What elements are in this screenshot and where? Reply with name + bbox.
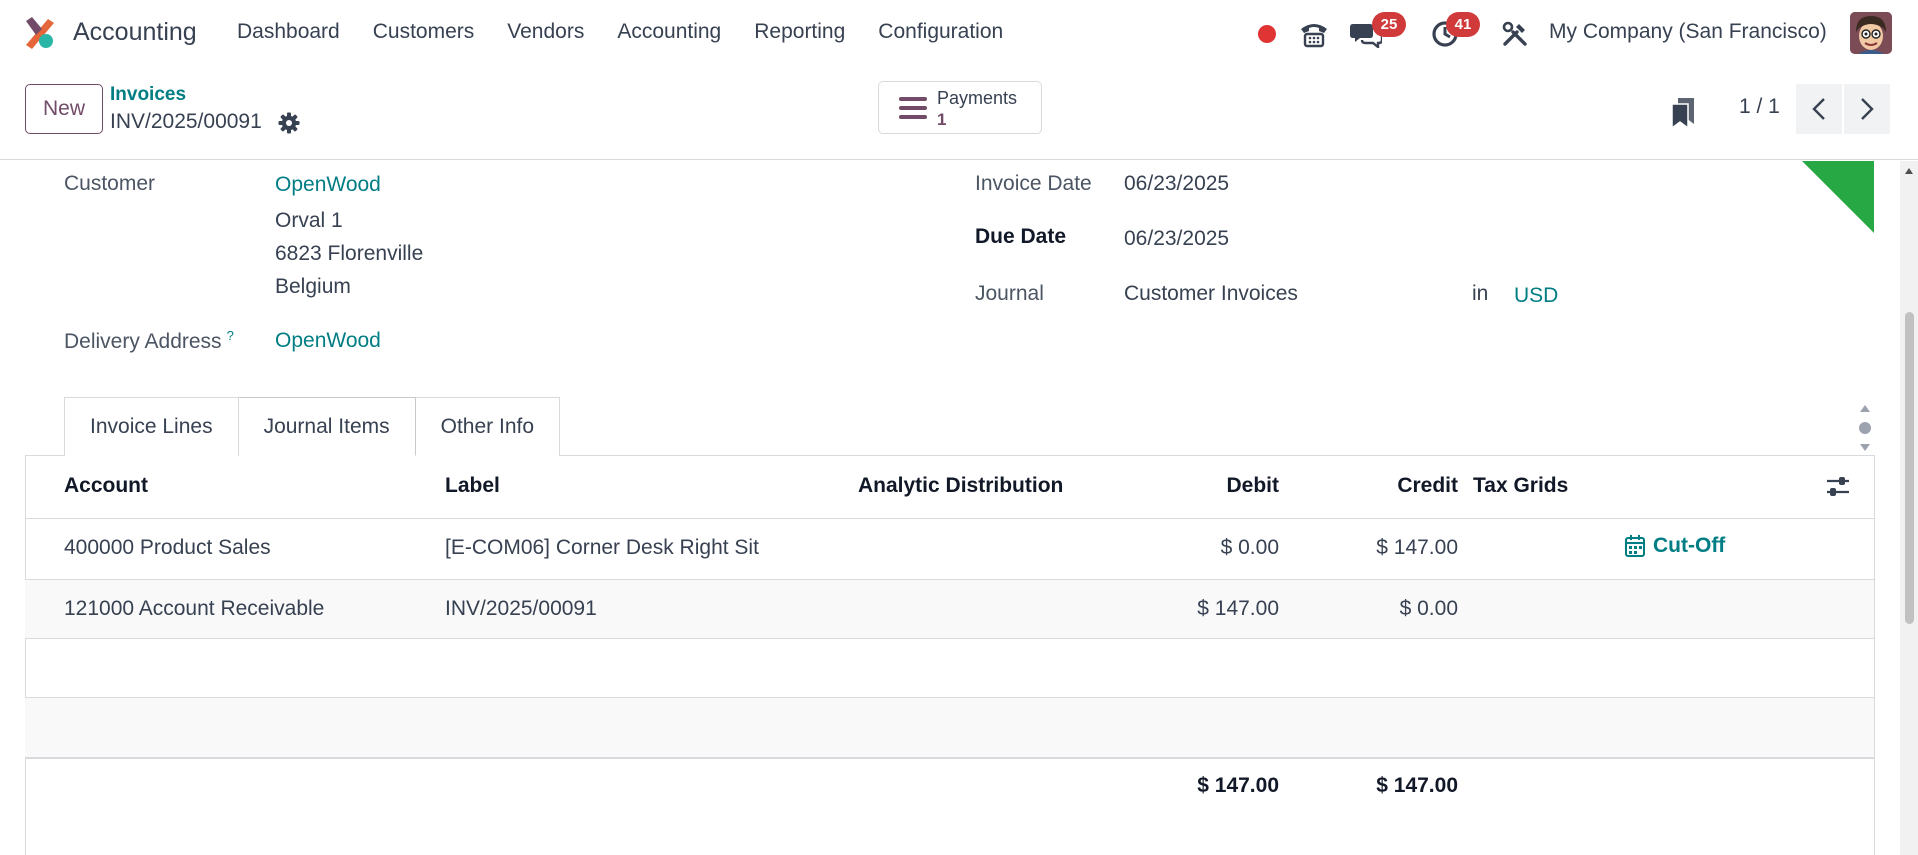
table-header: Account Label Analytic Distribution Debi… xyxy=(25,456,1875,519)
control-panel: New Invoices INV/2025/00091 Payments 1 1… xyxy=(0,68,1918,160)
menu-configuration[interactable]: Configuration xyxy=(878,20,1003,44)
payments-smart-button[interactable]: Payments 1 xyxy=(878,81,1042,134)
payments-label: Payments xyxy=(937,88,1018,108)
customer-address-line3: Belgium xyxy=(275,275,351,298)
pager-next-button[interactable] xyxy=(1844,84,1890,134)
customer-link[interactable]: OpenWood xyxy=(275,173,381,197)
pager-value[interactable]: 1 / 1 xyxy=(1739,95,1780,119)
company-switcher[interactable]: My Company (San Francisco) xyxy=(1549,20,1827,44)
row-account: 400000 Product Sales xyxy=(64,536,271,559)
table-right-border xyxy=(1874,456,1875,855)
journal-in-text: in xyxy=(1472,282,1489,305)
chevron-right-icon xyxy=(1861,98,1874,120)
delivery-address-link[interactable]: OpenWood xyxy=(275,329,381,353)
app-name[interactable]: Accounting xyxy=(73,18,197,47)
invoice-date-label: Invoice Date xyxy=(975,172,1092,195)
tab-journal-items[interactable]: Journal Items xyxy=(238,397,416,456)
tabs-scroll-arrows-icon[interactable] xyxy=(1857,400,1873,456)
payments-count: 1 xyxy=(937,110,947,129)
table-footer-totals: $ 147.00 $ 147.00 xyxy=(25,757,1875,855)
tools-icon[interactable] xyxy=(1500,17,1530,51)
notebook-tabs: Invoice Lines Journal Items Other Info xyxy=(64,397,561,456)
journal-label: Journal xyxy=(975,282,1044,305)
row-credit: $ 147.00 xyxy=(1376,536,1458,559)
chevron-left-icon xyxy=(1812,98,1825,120)
page-scrollbar-thumb[interactable] xyxy=(1905,312,1914,624)
menu-customers[interactable]: Customers xyxy=(373,20,475,44)
breadcrumb-current-record: INV/2025/00091 xyxy=(110,110,262,133)
journal-items-table: Account Label Analytic Distribution Debi… xyxy=(25,456,1875,855)
tab-other-info[interactable]: Other Info xyxy=(415,397,561,456)
menu-reporting[interactable]: Reporting xyxy=(754,20,845,44)
accounting-app-icon[interactable] xyxy=(22,15,58,51)
recording-dot-icon[interactable] xyxy=(1257,17,1277,51)
invoice-date-value[interactable]: 06/23/2025 xyxy=(1124,172,1229,196)
bookmark-icon[interactable] xyxy=(1670,96,1696,128)
cut-off-label: Cut-Off xyxy=(1653,534,1726,557)
column-settings-icon[interactable] xyxy=(1825,475,1851,499)
phone-icon[interactable] xyxy=(1297,17,1331,51)
row-label: [E-COM06] Corner Desk Right Sit xyxy=(445,536,759,559)
menu-dashboard[interactable]: Dashboard xyxy=(237,20,340,44)
empty-row xyxy=(25,698,1875,757)
main-menu: Dashboard Customers Vendors Accounting R… xyxy=(237,20,1036,44)
table-row[interactable]: 121000 Account Receivable INV/2025/00091… xyxy=(25,580,1875,639)
customer-label: Customer xyxy=(64,172,156,195)
customer-address-line1: Orval 1 xyxy=(275,209,343,232)
breadcrumb-invoices-link[interactable]: Invoices xyxy=(110,84,186,106)
menu-accounting[interactable]: Accounting xyxy=(617,20,721,44)
column-credit[interactable]: Credit xyxy=(1225,474,1458,498)
customer-address-line2: 6823 Florenville xyxy=(275,242,424,265)
menu-vendors[interactable]: Vendors xyxy=(507,20,584,44)
due-date-value[interactable]: 06/23/2025 xyxy=(1124,227,1229,251)
journal-value[interactable]: Customer Invoices xyxy=(1124,282,1298,306)
tab-invoice-lines[interactable]: Invoice Lines xyxy=(64,397,239,456)
row-account: 121000 Account Receivable xyxy=(64,597,325,620)
activities-badge: 41 xyxy=(1446,12,1480,37)
empty-row xyxy=(25,639,1875,698)
new-button[interactable]: New xyxy=(25,84,103,134)
currency-link[interactable]: USD xyxy=(1514,284,1558,308)
column-account[interactable]: Account xyxy=(64,474,148,498)
paid-ribbon xyxy=(1802,161,1876,233)
user-avatar[interactable] xyxy=(1850,12,1892,54)
cut-off-button[interactable]: Cut-Off xyxy=(1625,534,1725,558)
calendar-icon xyxy=(1625,535,1645,557)
row-label: INV/2025/00091 xyxy=(445,597,597,620)
gear-icon[interactable] xyxy=(278,112,300,134)
delivery-address-label-text: Delivery Address xyxy=(64,330,222,353)
list-icon xyxy=(899,97,927,119)
column-tax-grids[interactable]: Tax Grids xyxy=(1473,474,1568,498)
due-date-label: Due Date xyxy=(975,225,1067,248)
table-row[interactable]: 400000 Product Sales [E-COM06] Corner De… xyxy=(25,519,1875,580)
row-credit: $ 0.00 xyxy=(1399,597,1458,620)
delivery-address-label: Delivery Address? xyxy=(64,328,234,354)
column-label[interactable]: Label xyxy=(445,474,500,498)
top-navbar: Accounting Dashboard Customers Vendors A… xyxy=(0,0,1918,68)
messages-badge: 25 xyxy=(1372,12,1406,37)
total-credit: $ 147.00 xyxy=(1376,774,1458,797)
pager-previous-button[interactable] xyxy=(1796,84,1842,134)
scroll-up-arrow-icon[interactable] xyxy=(1904,167,1914,175)
help-tooltip-icon[interactable]: ? xyxy=(227,328,234,343)
